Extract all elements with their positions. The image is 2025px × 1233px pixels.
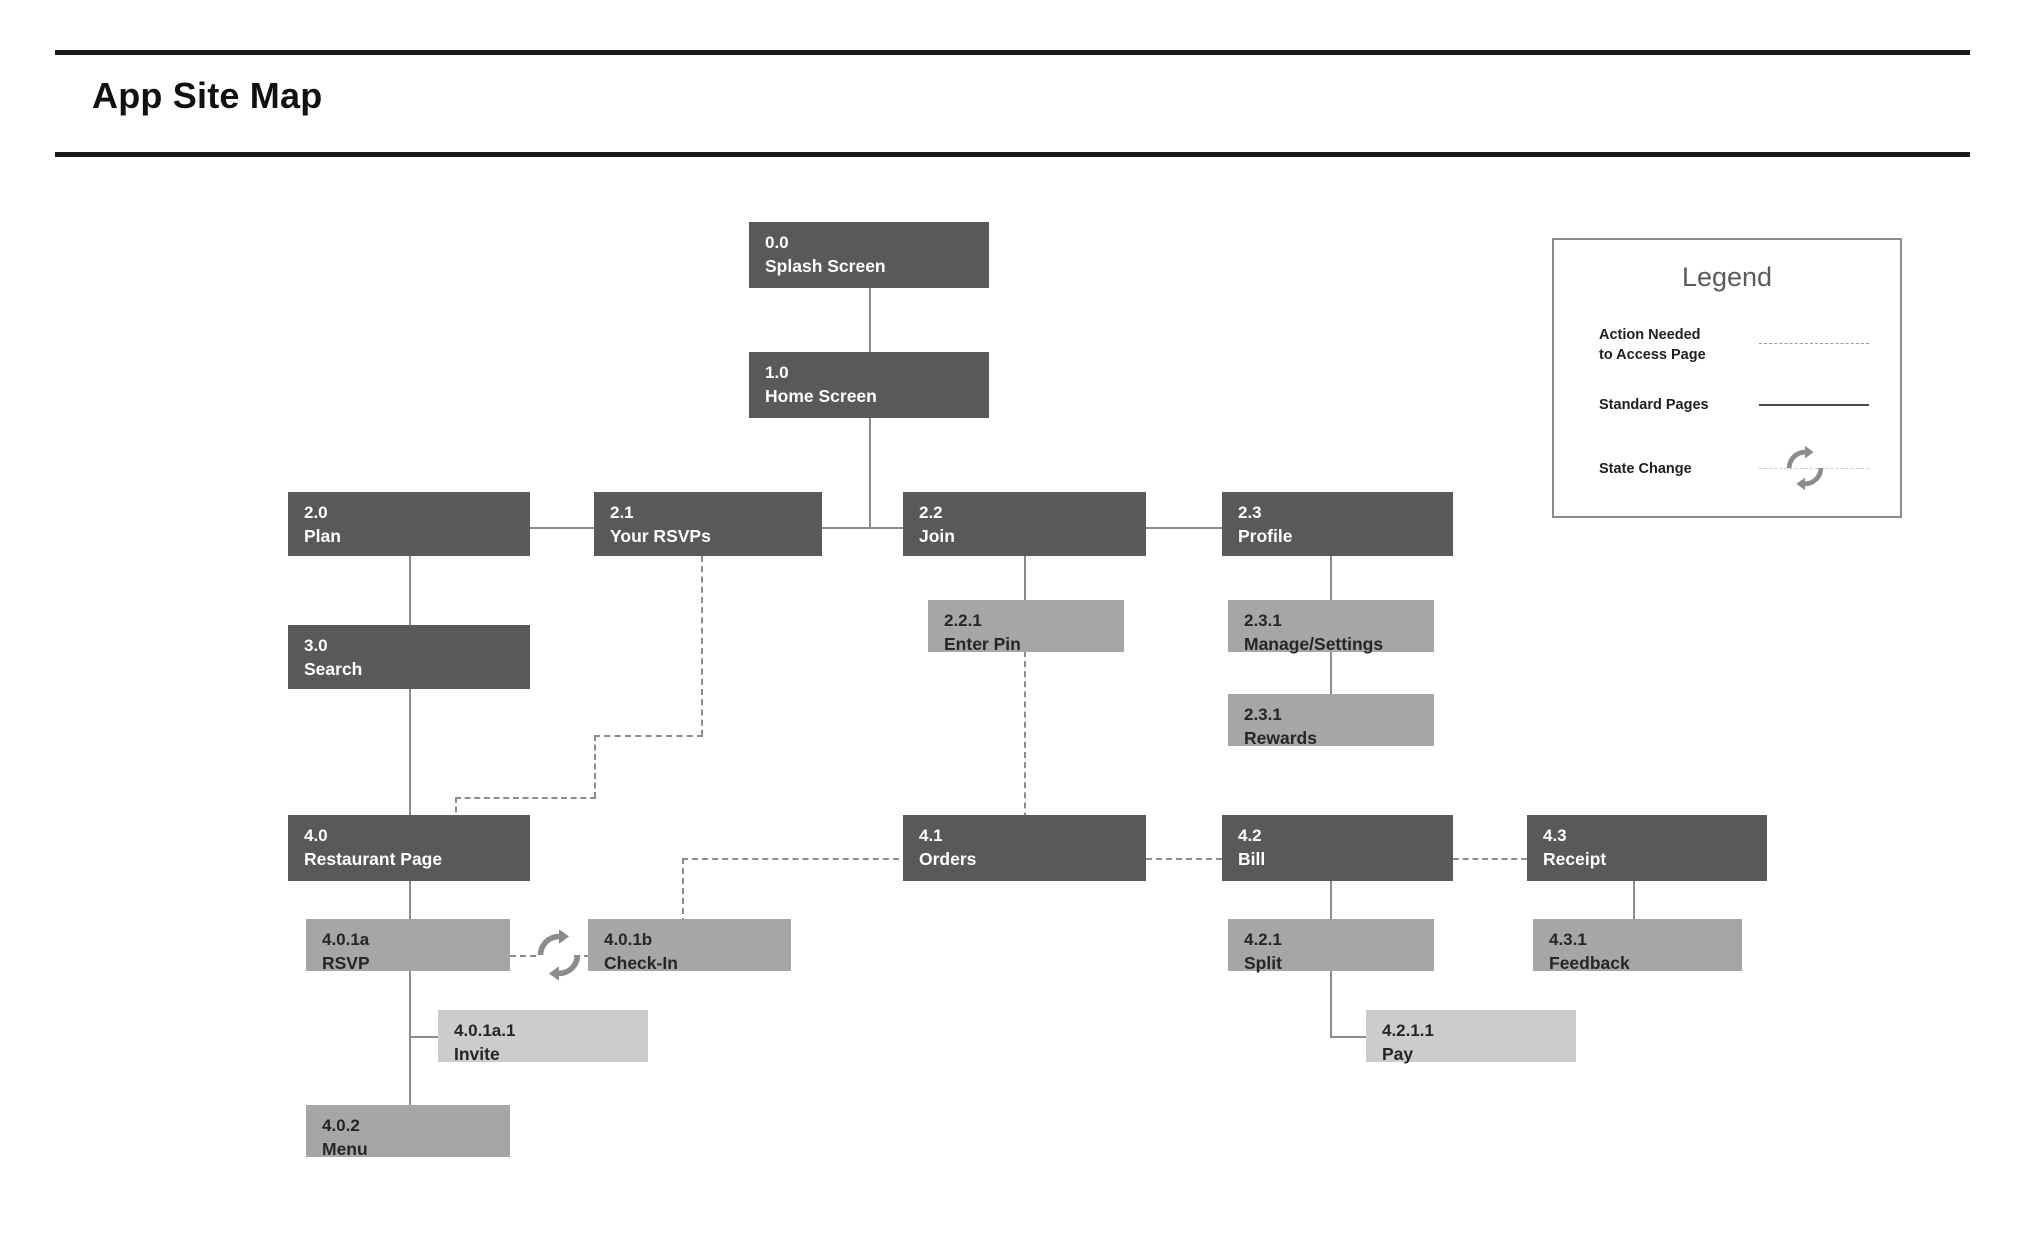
connector-orders-dash-down [682, 858, 684, 924]
node-orders[interactable]: 4.1 Orders [903, 815, 1146, 881]
node-label: Splash Screen [765, 255, 886, 276]
node-receipt[interactable]: 4.3 Receipt [1527, 815, 1767, 881]
node-number: 4.0 [304, 826, 328, 845]
connector-profile-to-manage [1330, 556, 1332, 601]
node-number: 2.2.1 [944, 611, 982, 630]
node-label: Receipt [1543, 848, 1607, 869]
connector-rsvp-to-invite [409, 1036, 438, 1038]
connector-home-down [869, 417, 871, 527]
node-pay[interactable]: 4.2.1.1 Pay [1366, 1010, 1576, 1064]
node-label: RSVP [322, 952, 370, 973]
node-number: 4.1 [919, 826, 943, 845]
node-label: Invite [454, 1043, 500, 1064]
legend-label-action-needed-line2: to Access Page [1599, 346, 1706, 363]
node-number: 4.0.1b [604, 930, 653, 949]
solid-line-icon [1759, 404, 1869, 406]
legend-title: Legend [1681, 262, 1773, 292]
connector-bill-to-receipt [1453, 858, 1527, 860]
legend-panel: Legend Action Needed to Access Page Stan… [1552, 238, 1902, 518]
node-number: 2.3.1 [1244, 611, 1282, 630]
node-search[interactable]: 3.0 Search [288, 625, 530, 689]
node-number: 2.0 [304, 503, 328, 522]
node-number: 2.2 [919, 503, 943, 522]
connector-rsvps-dash-2 [594, 735, 703, 737]
node-plan[interactable]: 2.0 Plan [288, 492, 530, 556]
node-label: Plan [304, 525, 341, 546]
node-label: Pay [1382, 1043, 1414, 1064]
connector-orders-dash-left [682, 858, 909, 860]
node-number: 4.2.1 [1244, 930, 1282, 949]
node-number: 4.3.1 [1549, 930, 1587, 949]
node-label: Check-In [604, 952, 678, 973]
node-label: Home Screen [765, 385, 877, 406]
legend-label-standard-pages: Standard Pages [1599, 397, 1709, 413]
node-rewards[interactable]: 2.3.1 Rewards [1228, 694, 1434, 748]
node-label: Profile [1238, 525, 1293, 546]
sitemap-canvas: 0.0 Splash Screen 1.0 Home Screen 2.0 Pl… [0, 0, 2025, 1233]
connector-manage-to-rewards [1330, 651, 1332, 694]
node-check-in[interactable]: 4.0.1b Check-In [588, 919, 791, 973]
node-bill[interactable]: 4.2 Bill [1222, 815, 1453, 881]
node-feedback[interactable]: 4.3.1 Feedback [1533, 919, 1742, 973]
node-splash-screen[interactable]: 0.0 Splash Screen [749, 222, 989, 288]
connector-orders-to-bill [1146, 858, 1222, 860]
node-profile[interactable]: 2.3 Profile [1222, 492, 1453, 556]
state-change-icon [1781, 444, 1829, 492]
node-number: 4.3 [1543, 826, 1567, 845]
node-label: Restaurant Page [304, 848, 443, 869]
node-join[interactable]: 2.2 Join [903, 492, 1146, 556]
connector-receipt-to-feedback [1633, 881, 1635, 921]
connector-join-to-enterpin [1024, 556, 1026, 601]
node-number: 4.0.1a.1 [454, 1021, 516, 1040]
connector-split-to-pay [1330, 1036, 1366, 1038]
node-number: 4.2.1.1 [1382, 1021, 1434, 1040]
legend-row-action-needed: Action Needed to Access Page [1599, 326, 1869, 365]
connector-rsvps-dash-1 [701, 556, 703, 736]
connector-split-down [1330, 967, 1332, 1037]
node-manage-settings[interactable]: 2.3.1 Manage/Settings [1228, 600, 1434, 654]
node-number: 1.0 [765, 363, 789, 382]
connector-rsvps-dash-3 [594, 735, 596, 798]
node-label: Bill [1238, 848, 1266, 869]
node-label: Split [1244, 952, 1282, 973]
node-label: Orders [919, 848, 977, 869]
node-enter-pin[interactable]: 2.2.1 Enter Pin [928, 600, 1124, 654]
node-split[interactable]: 4.2.1 Split [1228, 919, 1434, 973]
node-label: Rewards [1244, 727, 1317, 748]
node-label: Search [304, 658, 363, 679]
node-label: Join [919, 525, 955, 546]
node-restaurant-page[interactable]: 4.0 Restaurant Page [288, 815, 530, 881]
dashed-line-icon [1759, 343, 1869, 344]
node-label: Your RSVPs [610, 525, 711, 546]
node-home-screen[interactable]: 1.0 Home Screen [749, 352, 989, 418]
node-number: 2.3 [1238, 503, 1262, 522]
node-number: 3.0 [304, 636, 328, 655]
node-number: 4.2 [1238, 826, 1262, 845]
node-number: 4.0.1a [322, 930, 370, 949]
node-menu[interactable]: 4.0.2 Menu [306, 1105, 510, 1159]
node-number: 2.1 [610, 503, 634, 522]
node-label: Menu [322, 1138, 368, 1159]
node-your-rsvps[interactable]: 2.1 Your RSVPs [594, 492, 822, 556]
node-number: 2.3.1 [1244, 705, 1282, 724]
node-label: Enter Pin [944, 633, 1021, 654]
legend-row-standard-pages: Standard Pages [1599, 396, 1869, 416]
node-rsvp[interactable]: 4.0.1a RSVP [306, 919, 510, 973]
node-number: 0.0 [765, 233, 789, 252]
node-number: 4.0.2 [322, 1116, 360, 1135]
legend-row-state-change: State Change [1599, 445, 1869, 491]
state-change-icon [531, 927, 587, 983]
node-label: Feedback [1549, 952, 1630, 973]
connector-bill-to-split [1330, 881, 1332, 921]
node-label: Manage/Settings [1244, 633, 1384, 654]
connector-splash-to-home [869, 288, 871, 352]
node-invite[interactable]: 4.0.1a.1 Invite [438, 1010, 648, 1064]
connector-rsvps-dash-4 [455, 797, 596, 799]
